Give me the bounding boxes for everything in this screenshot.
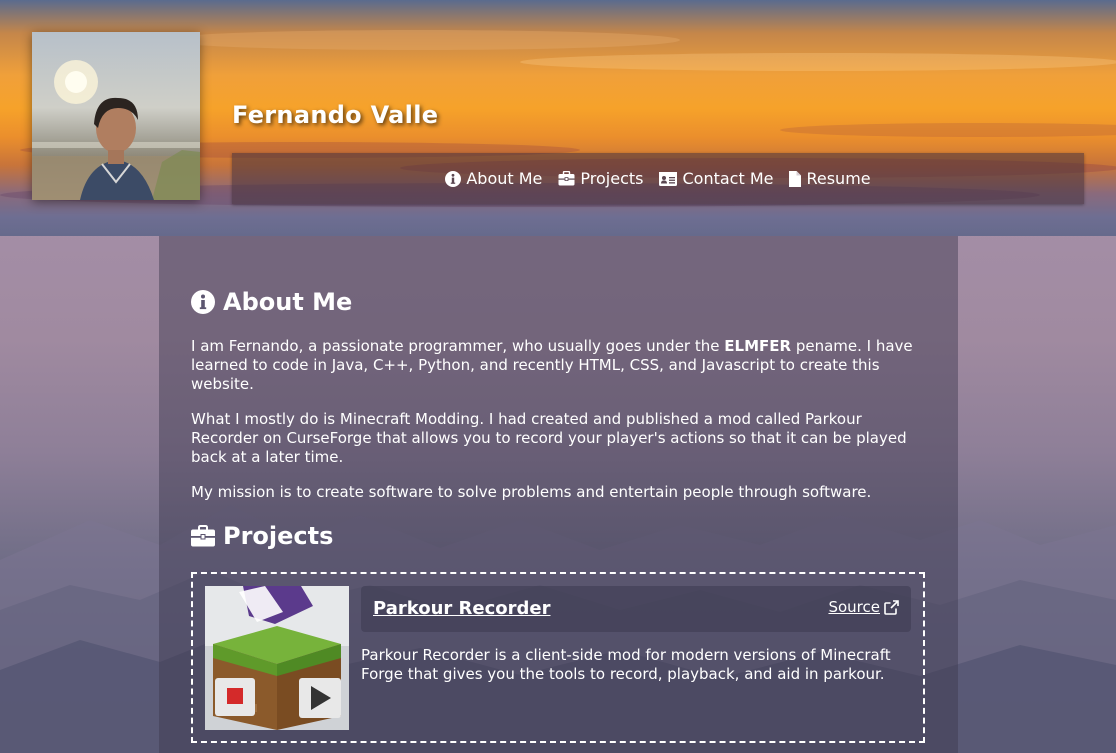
external-link-icon: [884, 599, 899, 615]
project-title-link[interactable]: Parkour Recorder: [373, 598, 551, 619]
nav-about-me-label: About Me: [466, 169, 543, 188]
briefcase-icon: [191, 525, 215, 547]
about-heading: About Me: [191, 288, 352, 316]
briefcase-icon: [558, 171, 575, 186]
nav-projects-label: Projects: [580, 169, 644, 188]
projects-heading-label: Projects: [223, 522, 334, 550]
about-paragraph-1: I am Fernando, a passionate programmer, …: [191, 337, 926, 394]
project-thumbnail: [205, 586, 349, 730]
nav-resume[interactable]: Resume: [789, 169, 871, 188]
about-p1-text: I am Fernando, a passionate programmer, …: [191, 337, 725, 355]
main-nav: About Me Projects Contact Me Resume: [232, 153, 1084, 204]
nav-about-me[interactable]: About Me: [445, 169, 542, 188]
site-title: Fernando Valle: [232, 101, 439, 129]
about-paragraph-3: My mission is to create software to solv…: [191, 483, 872, 501]
projects-heading: Projects: [191, 522, 333, 550]
about-p1-bold: ELMFER: [724, 337, 792, 355]
nav-projects[interactable]: Projects: [558, 169, 643, 188]
about-heading-label: About Me: [223, 288, 353, 316]
main-content: About Me I am Fernando, a passionate pro…: [159, 236, 958, 753]
project-card: Parkour Recorder Source Parkour Recorder…: [191, 572, 925, 743]
project-description: Parkour Recorder is a client-side mod fo…: [361, 646, 891, 683]
nav-contact-me[interactable]: Contact Me: [659, 169, 773, 188]
profile-photo: [32, 32, 200, 200]
header-banner: Fernando Valle About Me Projects Contact…: [0, 0, 1116, 236]
project-source-link[interactable]: Source: [828, 598, 899, 616]
project-header: Parkour Recorder Source: [361, 586, 911, 632]
nav-contact-me-label: Contact Me: [682, 169, 774, 188]
nav-resume-label: Resume: [806, 169, 871, 188]
about-paragraph-2: What I mostly do is Minecraft Modding. I…: [191, 410, 907, 466]
file-icon: [789, 170, 802, 187]
info-circle-icon: [445, 170, 462, 187]
id-card-icon: [659, 171, 678, 186]
info-circle-icon: [191, 290, 215, 314]
project-source-label: Source: [828, 598, 880, 616]
